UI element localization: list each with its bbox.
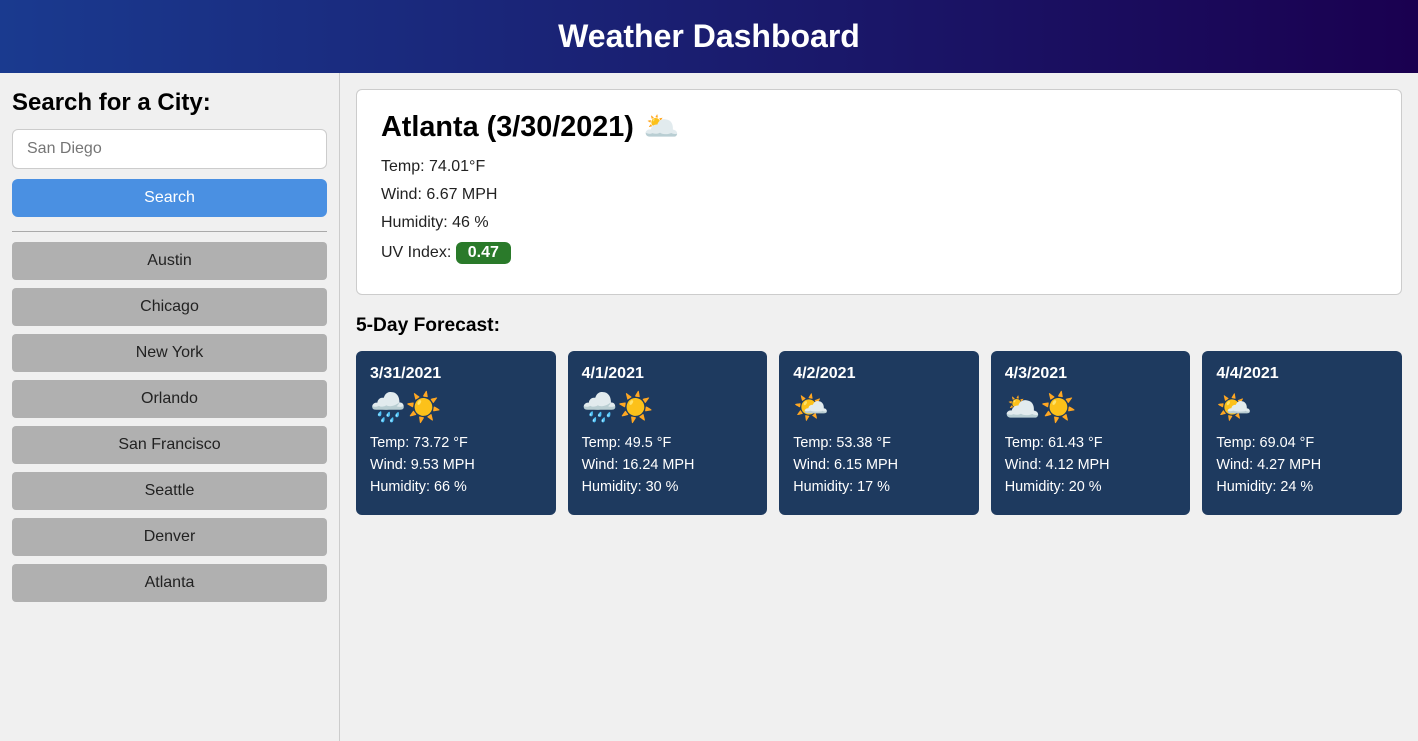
forecast-temp: Temp: 61.43 °F xyxy=(1005,435,1177,451)
city-button[interactable]: Orlando xyxy=(12,380,327,418)
forecast-humidity: Humidity: 17 % xyxy=(793,479,965,495)
forecast-wind: Wind: 4.27 MPH xyxy=(1216,457,1388,473)
forecast-date: 4/2/2021 xyxy=(793,365,965,383)
city-button[interactable]: Austin xyxy=(12,242,327,280)
forecast-humidity: Humidity: 24 % xyxy=(1216,479,1388,495)
forecast-wind: Wind: 16.24 MPH xyxy=(582,457,754,473)
forecast-wind: Wind: 6.15 MPH xyxy=(793,457,965,473)
current-uv: UV Index: 0.47 xyxy=(381,242,1377,264)
uv-label: UV Index: xyxy=(381,244,451,261)
city-button[interactable]: New York xyxy=(12,334,327,372)
forecast-humidity: Humidity: 30 % xyxy=(582,479,754,495)
search-label: Search for a City: xyxy=(12,89,327,117)
forecast-temp: Temp: 49.5 °F xyxy=(582,435,754,451)
city-list: Austin Chicago New York Orlando San Francisc… xyxy=(12,242,327,602)
city-button[interactable]: Chicago xyxy=(12,288,327,326)
forecast-date: 3/31/2021 xyxy=(370,365,542,383)
forecast-card: 4/3/2021 🌥️☀️ Temp: 61.43 °F Wind: 4.12 … xyxy=(991,351,1191,515)
forecast-icon: 🌤️ xyxy=(1216,391,1388,425)
current-temp: Temp: 74.01°F xyxy=(381,158,1377,176)
current-wind: Wind: 6.67 MPH xyxy=(381,186,1377,204)
forecast-humidity: Humidity: 20 % xyxy=(1005,479,1177,495)
forecast-card: 4/4/2021 🌤️ Temp: 69.04 °F Wind: 4.27 MP… xyxy=(1202,351,1402,515)
forecast-icon: 🌧️☀️ xyxy=(582,391,754,425)
forecast-icon: 🌥️☀️ xyxy=(1005,391,1177,425)
forecast-icon: 🌧️☀️ xyxy=(370,391,542,425)
forecast-temp: Temp: 69.04 °F xyxy=(1216,435,1388,451)
city-button[interactable]: Denver xyxy=(12,518,327,556)
forecast-icon: 🌤️ xyxy=(793,391,965,425)
divider xyxy=(12,231,327,232)
page-title: Weather Dashboard xyxy=(18,18,1400,55)
forecast-card: 3/31/2021 🌧️☀️ Temp: 73.72 °F Wind: 9.53… xyxy=(356,351,556,515)
search-button[interactable]: Search xyxy=(12,179,327,217)
city-button[interactable]: San Francisco xyxy=(12,426,327,464)
forecast-wind: Wind: 4.12 MPH xyxy=(1005,457,1177,473)
current-weather-icon: 🌥️ xyxy=(644,110,680,144)
uv-badge: 0.47 xyxy=(456,242,511,264)
city-button[interactable]: Seattle xyxy=(12,472,327,510)
current-city-date-text: Atlanta (3/30/2021) xyxy=(381,111,634,144)
forecast-card: 4/1/2021 🌧️☀️ Temp: 49.5 °F Wind: 16.24 … xyxy=(568,351,768,515)
current-city-date: Atlanta (3/30/2021) 🌥️ xyxy=(381,110,1377,144)
forecast-temp: Temp: 73.72 °F xyxy=(370,435,542,451)
current-humidity: Humidity: 46 % xyxy=(381,214,1377,232)
header: Weather Dashboard xyxy=(0,0,1418,73)
forecast-date: 4/1/2021 xyxy=(582,365,754,383)
forecast-section: 5-Day Forecast: 3/31/2021 🌧️☀️ Temp: 73.… xyxy=(356,315,1402,515)
search-input[interactable] xyxy=(12,129,327,169)
forecast-humidity: Humidity: 66 % xyxy=(370,479,542,495)
forecast-date: 4/3/2021 xyxy=(1005,365,1177,383)
forecast-cards: 3/31/2021 🌧️☀️ Temp: 73.72 °F Wind: 9.53… xyxy=(356,351,1402,515)
content: Atlanta (3/30/2021) 🌥️ Temp: 74.01°F Win… xyxy=(340,73,1418,741)
forecast-wind: Wind: 9.53 MPH xyxy=(370,457,542,473)
city-button[interactable]: Atlanta xyxy=(12,564,327,602)
main-layout: Search for a City: Search Austin Chicago N… xyxy=(0,73,1418,741)
forecast-temp: Temp: 53.38 °F xyxy=(793,435,965,451)
forecast-title: 5-Day Forecast: xyxy=(356,315,1402,337)
forecast-card: 4/2/2021 🌤️ Temp: 53.38 °F Wind: 6.15 MP… xyxy=(779,351,979,515)
current-weather-card: Atlanta (3/30/2021) 🌥️ Temp: 74.01°F Win… xyxy=(356,89,1402,295)
sidebar: Search for a City: Search Austin Chicago N… xyxy=(0,73,340,741)
forecast-date: 4/4/2021 xyxy=(1216,365,1388,383)
